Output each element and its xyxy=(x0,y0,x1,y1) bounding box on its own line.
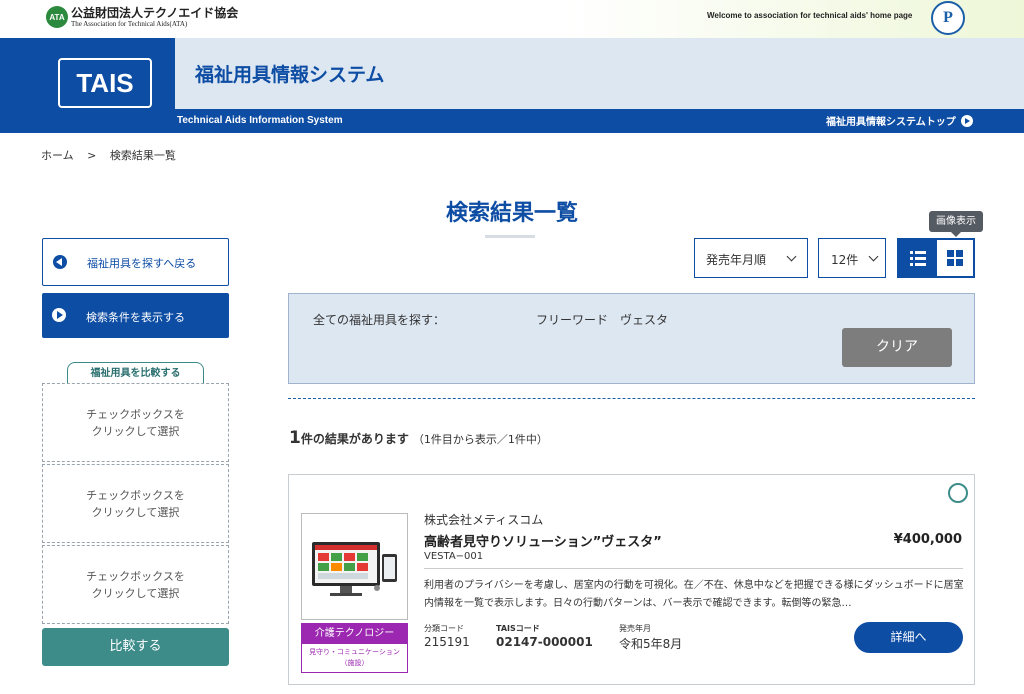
compare-slot-line2: クリックして選択 xyxy=(91,505,180,519)
top-bar: ATA 公益財団法人テクノエイド協会 The Association for T… xyxy=(0,0,1024,38)
compare-slot-line1: チェックボックスを xyxy=(86,569,185,583)
ata-mark: ATA xyxy=(46,6,68,28)
title-underline xyxy=(485,235,535,238)
release-value: 令和5年8月 xyxy=(619,637,683,651)
back-to-search-label: 福祉用具を探すへ戻る xyxy=(87,257,197,270)
ata-logo[interactable]: ATA 公益財団法人テクノエイド協会 The Association for T… xyxy=(46,6,238,28)
compare-slot-line2: クリックして選択 xyxy=(91,424,180,438)
compare-slot-3[interactable]: チェックボックスを クリックして選択 xyxy=(42,545,229,624)
arrow-left-icon xyxy=(53,255,67,269)
category-sub: 見守り・コミュニケーション（施設） xyxy=(309,648,400,667)
image-view-tooltip: 画像表示 xyxy=(929,211,983,237)
arrow-right-icon xyxy=(960,114,973,127)
sort-select[interactable]: 発売年月順 xyxy=(694,238,808,278)
result-count-suffix: 件の結果があります xyxy=(300,432,409,446)
per-page-select[interactable]: 12件 xyxy=(818,238,886,278)
result-count: 1件の結果があります （1件目から表示／1件中） xyxy=(289,428,548,448)
system-title: 福祉用具情報システム xyxy=(195,64,385,86)
breadcrumb: ホーム > 検索結果一覧 xyxy=(41,147,186,163)
category-badge: 介護テクノロジー 見守り・コミュニケーション（施設） xyxy=(301,623,408,673)
tais-code-label: TAISコード xyxy=(496,624,540,633)
system-subtitle: Technical Aids Information System xyxy=(177,115,343,126)
product-description: 利用者のプライバシーを考慮し、居室内の行動を可視化。在／不在、休息中などを把握で… xyxy=(424,580,964,609)
product-code: VESTA−001 xyxy=(424,551,484,562)
breadcrumb-home[interactable]: ホーム xyxy=(41,149,74,162)
divider xyxy=(288,398,975,399)
org-name-en: The Association for Technical Aids(ATA) xyxy=(71,19,188,28)
per-page-value: 12件 xyxy=(831,253,859,267)
show-conditions-label: 検索条件を表示する xyxy=(86,311,185,324)
org-name: 公益財団法人テクノエイド協会 xyxy=(71,5,239,20)
class-code-label: 分類コード xyxy=(424,624,464,633)
show-conditions-button[interactable]: 検索条件を表示する xyxy=(42,293,229,338)
category-main: 介護テクノロジー xyxy=(302,624,407,644)
site-header: TAIS 福祉用具情報システム Technical Aids Informati… xyxy=(0,38,1024,133)
arrow-right-icon xyxy=(52,308,66,322)
search-summary-label: 全ての福祉用具を探す： xyxy=(313,313,446,327)
class-code-value: 215191 xyxy=(424,635,470,649)
compare-checkbox[interactable] xyxy=(948,483,968,503)
clear-button[interactable]: クリア xyxy=(842,328,952,367)
privacy-mark-icon: P xyxy=(931,1,965,35)
card-divider xyxy=(424,568,963,569)
result-card: 介護テクノロジー 見守り・コミュニケーション（施設） 株式会社メティスコム 高齢… xyxy=(288,474,975,685)
release-label: 発売年月 xyxy=(619,624,651,633)
back-to-search-button[interactable]: 福祉用具を探すへ戻る xyxy=(42,238,229,286)
maker-name: 株式会社メティスコム xyxy=(424,513,544,527)
breadcrumb-current: 検索結果一覧 xyxy=(109,149,176,162)
welcome-text: Welcome to association for technical aid… xyxy=(707,11,913,20)
compare-slot-line1: チェックボックスを xyxy=(86,407,185,421)
grid-view-button[interactable] xyxy=(937,240,973,276)
tais-logo[interactable]: TAIS xyxy=(58,58,152,108)
system-top-link-label: 福祉用具情報システムトップ xyxy=(826,117,956,128)
monitor-dashboard-image xyxy=(312,542,397,596)
compare-slot-2[interactable]: チェックボックスを クリックして選択 xyxy=(42,464,229,543)
compare-slot-line2: クリックして選択 xyxy=(91,586,180,600)
sort-select-value: 発売年月順 xyxy=(706,253,767,267)
compare-slot-1[interactable]: チェックボックスを クリックして選択 xyxy=(42,383,229,462)
search-summary-value: フリーワード ヴェスタ xyxy=(536,313,669,327)
breadcrumb-separator: > xyxy=(87,149,97,162)
result-count-number: 1 xyxy=(289,428,301,448)
page-title: 検索結果一覧 xyxy=(445,201,578,226)
list-view-button[interactable] xyxy=(899,240,937,276)
page-title-wrap: 検索結果一覧 xyxy=(0,195,1024,227)
view-toggle xyxy=(897,238,975,278)
search-summary: 全ての福祉用具を探す： フリーワード ヴェスタ クリア xyxy=(288,293,975,384)
product-price: ¥400,000 xyxy=(893,532,962,547)
product-image[interactable] xyxy=(301,513,408,620)
compare-button[interactable]: 比較する xyxy=(42,628,229,666)
tais-code-value: 02147-000001 xyxy=(496,635,593,649)
compare-tab: 福祉用具を比較する xyxy=(67,362,204,384)
chevron-down-icon xyxy=(786,251,797,262)
system-top-link[interactable]: 福祉用具情報システムトップ xyxy=(826,113,973,128)
detail-button[interactable]: 詳細へ xyxy=(854,622,963,653)
chevron-down-icon xyxy=(868,251,879,262)
compare-slot-line1: チェックボックスを xyxy=(86,488,185,502)
result-range: （1件目から表示／1件中） xyxy=(412,433,548,446)
product-name[interactable]: 高齢者見守りソリューション”ヴェスタ” xyxy=(424,531,662,550)
